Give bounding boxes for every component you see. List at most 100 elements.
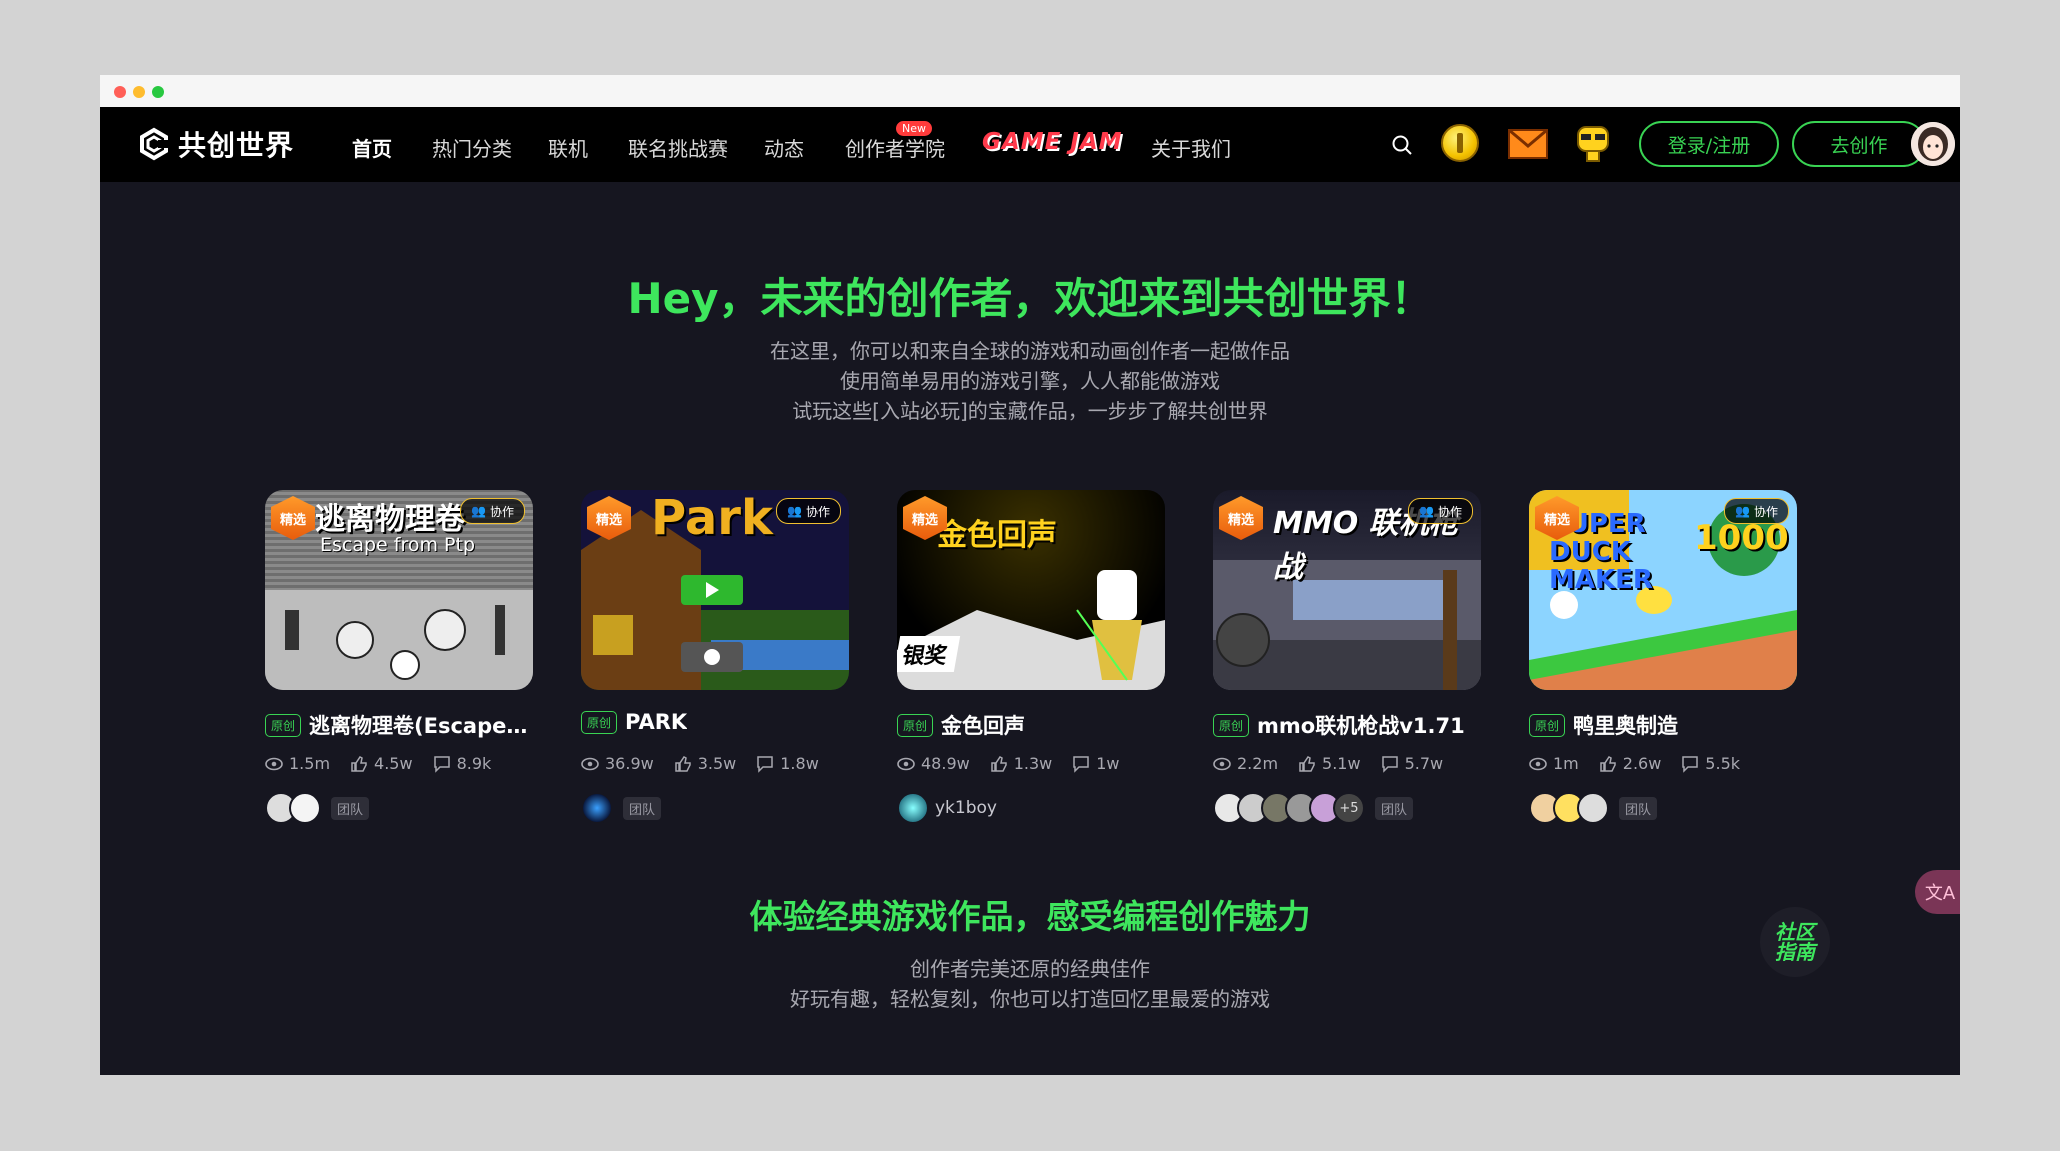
- card-name[interactable]: PARK: [625, 710, 687, 734]
- comments-stat: 5.7w: [1381, 754, 1443, 773]
- eye-icon: [1529, 757, 1547, 770]
- game-thumbnail[interactable]: SUPER DUCK MAKER 1000 精选 👥 协作: [1529, 490, 1797, 690]
- nav-challenge[interactable]: 联名挑战赛: [628, 133, 728, 162]
- people-icon: 👥: [1735, 504, 1750, 518]
- card-name[interactable]: 金色回声: [941, 710, 1025, 740]
- card-name[interactable]: mmo联机枪战v1.71: [1257, 710, 1465, 740]
- section-title: 体验经典游戏作品，感受编程创作魅力: [749, 897, 1311, 936]
- browser-window: 共创世界 首页 热门分类 联机 联名挑战赛 动态 New 创作者学院 GAME …: [100, 75, 1960, 1075]
- go-create-button[interactable]: 去创作: [1792, 121, 1926, 167]
- comment-icon: [1682, 755, 1699, 773]
- maximize-window-button[interactable]: [152, 86, 164, 98]
- likes-count: 1.3w: [1013, 754, 1053, 773]
- game-card-2[interactable]: Park 精选 👥 协作 原创 PARK 36.9w 3.5w 1.8w 团队: [581, 490, 849, 824]
- card-name[interactable]: 逃离物理卷(Escape ...: [309, 710, 533, 740]
- likes-count: 3.5w: [697, 754, 737, 773]
- login-register-button[interactable]: 登录/注册: [1639, 121, 1779, 167]
- window-titlebar: [100, 75, 1960, 107]
- community-guide-button[interactable]: 社区指南: [1760, 907, 1830, 977]
- likes-count: 4.5w: [374, 754, 413, 773]
- mail-icon[interactable]: [1508, 129, 1548, 159]
- game-thumbnail[interactable]: 金色回声 银奖 精选: [897, 490, 1165, 690]
- comment-icon: [1381, 755, 1398, 773]
- nav-game-jam[interactable]: GAME JAM: [982, 129, 1123, 155]
- likes-count: 2.6w: [1622, 754, 1662, 773]
- game-thumbnail[interactable]: 逃离物理卷 Escape from Ptp 精选 👥 协作: [265, 490, 533, 690]
- card-authors: +5 团队: [1213, 792, 1414, 824]
- thumb-badge-text: 1000: [1694, 518, 1789, 558]
- game-thumbnail[interactable]: MMO 联机枪战 精选 👥 协作: [1213, 490, 1481, 690]
- likes-count: 5.1w: [1322, 754, 1361, 773]
- comments-stat: 8.9k: [433, 754, 491, 773]
- thumb-up-icon: [351, 755, 367, 772]
- collab-label: 协作: [1437, 504, 1462, 519]
- more-authors-count[interactable]: +5: [1333, 792, 1365, 824]
- card-title-row: 原创 金色回声: [897, 710, 1165, 740]
- card-title-row: 原创 鸭里奥制造: [1529, 710, 1797, 740]
- author-avatar[interactable]: [289, 792, 321, 824]
- card-title-row: 原创 逃离物理卷(Escape ...: [265, 710, 533, 740]
- eye-icon: [581, 757, 599, 770]
- site-logo[interactable]: 共创世界: [136, 125, 294, 163]
- hero-line-2: 使用简单易用的游戏引擎，人人都能做游戏: [840, 369, 1220, 393]
- section-line-2: 好玩有趣，轻松复刻，你也可以打造回忆里最爱的游戏: [790, 987, 1270, 1011]
- thumb-up-icon: [990, 755, 1007, 772]
- search-icon[interactable]: [1391, 134, 1413, 156]
- card-authors: 团队: [265, 792, 370, 824]
- likes-stat: 5.1w: [1298, 754, 1361, 773]
- nav-about[interactable]: 关于我们: [1151, 133, 1231, 162]
- nav-multiplayer[interactable]: 联机: [548, 133, 588, 162]
- views-stat: 1m: [1529, 754, 1579, 773]
- close-window-button[interactable]: [114, 86, 126, 98]
- logo-text: 共创世界: [178, 129, 295, 162]
- nav-academy[interactable]: 创作者学院: [845, 133, 945, 162]
- original-tag: 原创: [265, 713, 302, 737]
- robot-icon[interactable]: [1574, 123, 1612, 163]
- nav-home[interactable]: 首页: [352, 133, 392, 162]
- author-name[interactable]: yk1boy: [935, 798, 997, 818]
- comments-count: 1w: [1096, 754, 1120, 773]
- game-card-4[interactable]: MMO 联机枪战 精选 👥 协作 原创 mmo联机枪战v1.71 2.2m 5.1…: [1213, 490, 1481, 824]
- people-icon: 👥: [471, 504, 486, 518]
- views-stat: 2.2m: [1213, 754, 1278, 773]
- avatar[interactable]: [1911, 122, 1955, 166]
- card-name[interactable]: 鸭里奥制造: [1573, 710, 1678, 740]
- likes-stat: 1.3w: [990, 754, 1053, 773]
- original-tag: 原创: [1529, 713, 1566, 737]
- comments-stat: 1.8w: [756, 754, 819, 773]
- nav-feed[interactable]: 动态: [764, 133, 804, 162]
- minimize-window-button[interactable]: [133, 86, 145, 98]
- original-tag: 原创: [897, 713, 934, 737]
- author-avatar[interactable]: [581, 792, 613, 824]
- views-stat: 36.9w: [581, 754, 654, 773]
- author-avatar[interactable]: [1577, 792, 1609, 824]
- game-card-1[interactable]: 逃离物理卷 Escape from Ptp 精选 👥 协作 原创 逃离物理卷(Es…: [265, 490, 533, 824]
- author-avatar[interactable]: [897, 792, 929, 824]
- card-authors: 团队: [1529, 792, 1658, 824]
- collab-label: 协作: [1753, 504, 1778, 519]
- comments-stat: 5.5k: [1681, 754, 1740, 773]
- team-tag: 团队: [1375, 796, 1414, 820]
- silver-award-tag: 银奖: [897, 636, 961, 672]
- section-line-1: 创作者完美还原的经典佳作: [910, 957, 1150, 981]
- comments-count: 5.5k: [1705, 754, 1741, 773]
- translate-button[interactable]: 文A: [1915, 870, 1960, 914]
- views-stat: 1.5m: [265, 754, 330, 773]
- collab-badge: 👥 协作: [1408, 498, 1473, 524]
- coin-icon[interactable]: [1441, 124, 1479, 162]
- collab-badge: 👥 协作: [776, 498, 841, 524]
- collab-badge: 👥 协作: [460, 498, 525, 524]
- game-card-3[interactable]: 金色回声 银奖 精选 原创 金色回声 48.9w 1.3w 1w yk1boy: [897, 490, 1165, 824]
- views-count: 48.9w: [921, 754, 970, 773]
- game-card-5[interactable]: SUPER DUCK MAKER 1000 精选 👥 协作 原创 鸭里奥制造 1m…: [1529, 490, 1797, 824]
- card-stats: 1.5m 4.5w 8.9k: [265, 754, 491, 773]
- likes-stat: 2.6w: [1599, 754, 1662, 773]
- hero-title: Hey，未来的创作者，欢迎来到共创世界！: [627, 274, 1433, 323]
- people-icon: 👥: [787, 504, 802, 518]
- nav-hot-categories[interactable]: 热门分类: [432, 133, 512, 162]
- game-thumbnail[interactable]: Park 精选 👥 协作: [581, 490, 849, 690]
- card-authors: 团队: [581, 792, 662, 824]
- card-stats: 2.2m 5.1w 5.7w: [1213, 754, 1443, 773]
- card-title-row: 原创 PARK: [581, 710, 849, 734]
- top-navbar: 共创世界 首页 热门分类 联机 联名挑战赛 动态 New 创作者学院 GAME …: [100, 107, 1960, 182]
